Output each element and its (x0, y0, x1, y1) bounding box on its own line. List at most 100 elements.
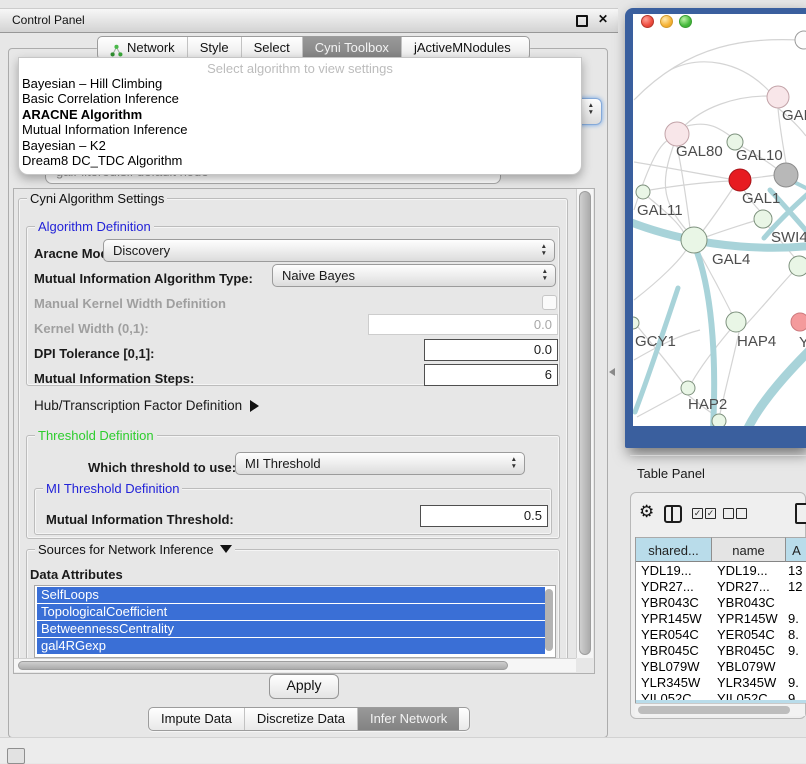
table-row[interactable]: YPR145WYPR145W9. (636, 611, 806, 627)
dpi-tolerance-label: DPI Tolerance [0,1]: (34, 346, 154, 361)
network-icon (110, 42, 123, 55)
mi-steps-input[interactable]: 6 (424, 364, 558, 386)
tab-impute-data-label: Impute Data (161, 708, 232, 730)
settings-horizontal-scrollbar[interactable] (14, 658, 576, 672)
algorithm-option-bayesian-hill-climbing[interactable]: Bayesian – Hill Climbing (19, 76, 581, 91)
network-node-swi4[interactable] (789, 256, 806, 276)
tab-network[interactable]: Network (98, 37, 187, 59)
window-minimize-icon[interactable] (660, 15, 673, 28)
column-header-name[interactable]: name (712, 537, 786, 562)
table-cell: YPR145W (636, 611, 712, 627)
table-row[interactable]: YER054CYER054C8. (636, 627, 806, 643)
network-node-y[interactable] (791, 313, 806, 331)
sources-group-title[interactable]: Sources for Network Inference (35, 542, 235, 557)
dpi-tolerance-input[interactable]: 0.0 (424, 339, 558, 361)
algorithm-definition-title: Algorithm Definition (35, 219, 154, 234)
column-header-a[interactable]: A (786, 537, 806, 562)
dpi-tolerance-value: 0.0 (534, 342, 552, 357)
settings-vertical-scrollbar[interactable] (576, 189, 593, 658)
columns-icon[interactable] (664, 505, 682, 523)
attribute-item-topologicalcoefficient[interactable]: TopologicalCoefficient (37, 604, 545, 620)
table-toolbar: ⚙ ✓ ✓ (631, 503, 806, 527)
gear-icon[interactable]: ⚙ (639, 502, 654, 522)
table-cell: YLR345W (712, 675, 786, 691)
algorithm-option-mutual-information-inference[interactable]: Mutual Information Inference (19, 122, 581, 137)
network-node[interactable] (795, 31, 806, 49)
tab-discretize-data[interactable]: Discretize Data (244, 708, 357, 730)
deselect-all-icon[interactable] (736, 508, 747, 519)
network-edge (687, 124, 733, 138)
network-node-gal4[interactable] (681, 227, 707, 253)
deselect-all-icon[interactable] (723, 508, 734, 519)
algorithm-option-basic-correlation-inference[interactable]: Basic Correlation Inference (19, 91, 581, 106)
export-table-icon[interactable] (795, 503, 806, 524)
attribute-item-selfloops[interactable]: SelfLoops (37, 587, 545, 603)
table-cell: YBR045C (712, 643, 786, 659)
network-node-gal[interactable] (767, 86, 789, 108)
tab-infer-network[interactable]: Infer Network (357, 708, 459, 730)
kernel-width-value: 0.0 (534, 317, 552, 332)
select-all-icon[interactable]: ✓ (705, 508, 716, 519)
table-row[interactable]: YDR27...YDR27...12 (636, 579, 806, 595)
node-label-swi4: SWI4 (771, 229, 806, 246)
table-cell: YBL079W (712, 659, 786, 675)
kernel-width-input[interactable]: 0.0 (368, 314, 558, 335)
attribute-item-betweennesscentrality[interactable]: BetweennessCentrality (37, 621, 545, 637)
table-scroll-thumb[interactable] (638, 706, 790, 714)
hub-definition-toggle[interactable]: Hub/Transcription Factor Definition (34, 398, 259, 413)
which-threshold-combo[interactable]: MI Threshold ▲▼ (235, 452, 525, 475)
aracne-mode-combo[interactable]: Discovery ▲▼ (103, 239, 555, 262)
node-label-gal4: GAL4 (712, 251, 750, 268)
apply-button[interactable]: Apply (269, 674, 339, 699)
network-canvas[interactable]: GAL80GAL10GALGAL1GAL11GAL4SWI4GCY1HAP4YH… (633, 14, 806, 426)
attribute-item-gal4rgexp[interactable]: gal4RGexp (37, 638, 545, 654)
table-cell: YBR045C (636, 643, 712, 659)
algorithm-option-aracne-algorithm[interactable]: ARACNE Algorithm (19, 107, 581, 122)
window-close-icon[interactable] (641, 15, 654, 28)
table-row[interactable]: YDL19...YDL19...13 (636, 563, 806, 579)
network-node[interactable] (712, 414, 726, 426)
tab-select-label: Select (254, 37, 290, 59)
manual-kernel-checkbox[interactable] (542, 295, 557, 310)
network-node-hap2[interactable] (681, 381, 695, 395)
tab-cyni-toolbox-label: Cyni Toolbox (315, 37, 389, 59)
table-row[interactable]: YLR345WYLR345W9. (636, 675, 806, 691)
network-node[interactable] (774, 163, 798, 187)
network-node-gal1[interactable] (754, 210, 772, 228)
node-label-gal1: GAL1 (742, 190, 780, 207)
network-node[interactable] (729, 169, 751, 191)
table-panel: ⚙ ✓ ✓ shared...nameA YDL19...YDL19...13Y… (630, 492, 806, 719)
window-zoom-icon[interactable] (679, 15, 692, 28)
column-header-shared[interactable]: shared... (636, 537, 712, 562)
table-horizontal-scrollbar[interactable] (635, 703, 805, 716)
algorithm-option-bayesian-k2[interactable]: Bayesian – K2 (19, 138, 581, 153)
data-attributes-list[interactable]: SelfLoopsTopologicalCoefficientBetweenne… (34, 585, 556, 658)
status-strip (0, 737, 806, 763)
network-node-hap4[interactable] (726, 312, 746, 332)
mi-threshold-input[interactable]: 0.5 (420, 505, 548, 527)
network-window[interactable]: GAL80GAL10GALGAL1GAL11GAL4SWI4GCY1HAP4YH… (625, 8, 806, 448)
network-node-gal11[interactable] (636, 185, 650, 199)
tab-cyni-toolbox[interactable]: Cyni Toolbox (302, 37, 401, 59)
tab-style[interactable]: Style (187, 37, 241, 59)
mi-algorithm-type-combo[interactable]: Naive Bayes ▲▼ (272, 264, 556, 287)
horizontal-scroll-thumb[interactable] (18, 661, 508, 670)
sources-title-text: Sources for Network Inference (38, 542, 214, 557)
float-window-icon[interactable] (576, 15, 588, 27)
tab-jactivemnodules[interactable]: jActiveMNodules (401, 37, 523, 59)
settings-scrollpane: Cyni Algorithm Settings Algorithm Defini… (13, 188, 595, 674)
table-row[interactable]: YBL079WYBL079W (636, 659, 806, 675)
tab-select[interactable]: Select (241, 37, 302, 59)
tab-impute-data[interactable]: Impute Data (149, 708, 244, 730)
table-row[interactable]: YBR045CYBR045C9. (636, 643, 806, 659)
attributes-scrollbar[interactable] (545, 589, 553, 651)
panel-resize-grip[interactable] (609, 368, 615, 376)
select-all-icon[interactable]: ✓ (692, 508, 703, 519)
cyni-mode-tab-bar: Impute Data Discretize DataInfer Network (148, 707, 470, 731)
algorithm-option-dream8-dc-tdc-algorithm[interactable]: Dream8 DC_TDC Algorithm (19, 153, 581, 168)
data-attributes-label: Data Attributes (30, 567, 123, 582)
table-body: YDL19...YDL19...13YDR27...YDR27...12YBR0… (636, 563, 806, 703)
table-row[interactable]: YBR043CYBR043C (636, 595, 806, 611)
vertical-scroll-thumb[interactable] (579, 191, 591, 655)
close-icon[interactable]: ✕ (598, 12, 608, 26)
